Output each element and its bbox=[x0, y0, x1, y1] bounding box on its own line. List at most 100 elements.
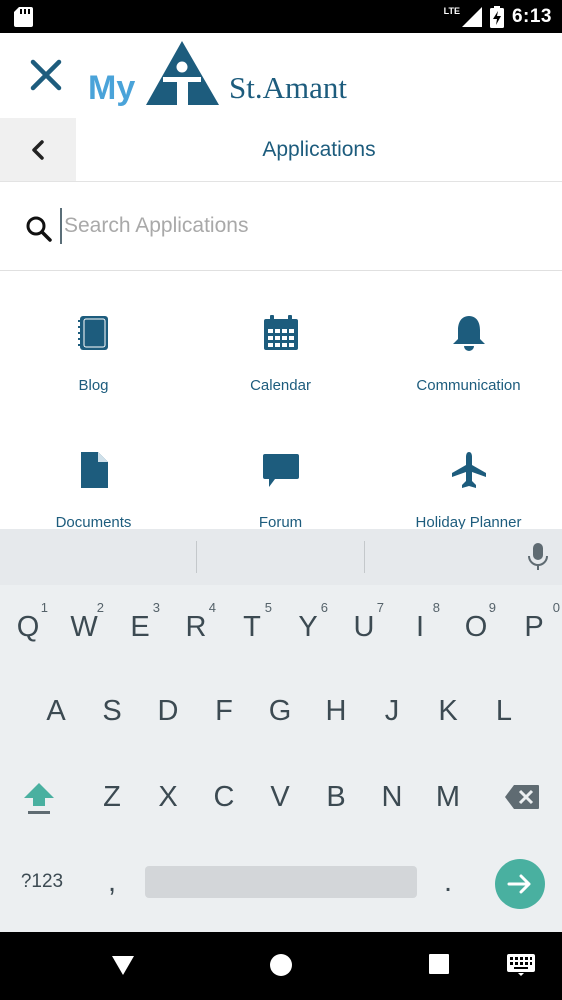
key-label: G bbox=[268, 694, 292, 727]
shift-arrow-icon bbox=[24, 783, 54, 814]
key-label: N bbox=[381, 780, 403, 813]
key-f[interactable]: F bbox=[196, 681, 252, 741]
applications-grid: Blog Calendar Communication Documents Fo… bbox=[0, 271, 562, 529]
key-label: A bbox=[46, 694, 66, 727]
key-label: H bbox=[325, 694, 347, 727]
microphone-icon[interactable] bbox=[528, 543, 548, 571]
space-bar[interactable] bbox=[145, 866, 417, 898]
key-v[interactable]: V bbox=[252, 767, 308, 827]
suggestion-divider bbox=[196, 541, 197, 573]
key-label: B bbox=[326, 780, 346, 813]
soft-keyboard: Q1 W2 E3 R4 T5 Y6 U7 I8 O9 P0 A S D F G … bbox=[0, 529, 562, 932]
key-label: O bbox=[464, 610, 488, 643]
key-y[interactable]: Y6 bbox=[280, 597, 336, 657]
clock: 6:13 bbox=[511, 5, 552, 27]
comma-key[interactable]: , bbox=[84, 852, 140, 912]
app-tile-blog[interactable]: Blog bbox=[0, 271, 187, 408]
key-hint: 5 bbox=[264, 600, 272, 615]
close-icon[interactable] bbox=[26, 55, 66, 95]
bell-icon bbox=[452, 316, 485, 351]
back-triangle-icon[interactable] bbox=[111, 954, 135, 976]
key-label: W bbox=[70, 610, 98, 643]
key-label: I bbox=[415, 610, 425, 643]
calendar-icon bbox=[263, 315, 298, 350]
app-tile-calendar[interactable]: Calendar bbox=[187, 271, 374, 408]
key-s[interactable]: S bbox=[84, 681, 140, 741]
key-label: P bbox=[524, 610, 544, 643]
key-j[interactable]: J bbox=[364, 681, 420, 741]
key-x[interactable]: X bbox=[140, 767, 196, 827]
key-label: E bbox=[130, 610, 150, 643]
key-label: V bbox=[270, 780, 290, 813]
key-label: U bbox=[353, 610, 375, 643]
key-w[interactable]: W2 bbox=[56, 597, 112, 657]
app-label: Holiday Planner bbox=[415, 514, 522, 529]
sd-card-icon bbox=[14, 7, 33, 27]
key-n[interactable]: N bbox=[364, 767, 420, 827]
airplane-icon bbox=[451, 452, 486, 488]
key-i[interactable]: I8 bbox=[392, 597, 448, 657]
key-t[interactable]: T5 bbox=[224, 597, 280, 657]
key-hint: 1 bbox=[40, 600, 48, 615]
home-circle-icon[interactable] bbox=[269, 953, 293, 977]
go-button[interactable] bbox=[495, 859, 545, 909]
symbols-key[interactable]: ?123 bbox=[14, 852, 70, 912]
key-hint: 2 bbox=[96, 600, 104, 615]
app-label: Calendar bbox=[250, 377, 311, 394]
search-bar bbox=[0, 182, 562, 271]
key-label: X bbox=[158, 780, 178, 813]
key-z[interactable]: Z bbox=[84, 767, 140, 827]
status-bar: LTE 6:13 bbox=[0, 0, 562, 33]
shift-key[interactable] bbox=[11, 767, 67, 827]
key-a[interactable]: A bbox=[28, 681, 84, 741]
search-input[interactable] bbox=[60, 208, 524, 244]
backspace-key[interactable] bbox=[494, 767, 550, 827]
key-h[interactable]: H bbox=[308, 681, 364, 741]
system-nav-bar bbox=[0, 932, 562, 1000]
key-m[interactable]: M bbox=[420, 767, 476, 827]
key-label: Z bbox=[103, 780, 121, 813]
key-l[interactable]: L bbox=[476, 681, 532, 741]
key-hint: 9 bbox=[488, 600, 496, 615]
network-type: LTE bbox=[443, 5, 460, 16]
app-label: Documents bbox=[55, 514, 132, 529]
key-o[interactable]: O9 bbox=[448, 597, 504, 657]
search-icon bbox=[26, 216, 52, 242]
app-tile-holiday-planner[interactable]: Holiday Planner bbox=[375, 408, 562, 529]
key-p[interactable]: P0 bbox=[506, 597, 562, 657]
key-r[interactable]: R4 bbox=[168, 597, 224, 657]
app-header: My St.Amant bbox=[0, 33, 562, 119]
signal-icon bbox=[461, 6, 482, 27]
app-tile-communication[interactable]: Communication bbox=[375, 271, 562, 408]
key-hint: 4 bbox=[208, 600, 216, 615]
back-button[interactable] bbox=[0, 118, 76, 181]
app-tile-forum[interactable]: Forum bbox=[187, 408, 374, 529]
key-hint: 6 bbox=[320, 600, 328, 615]
key-label: Q bbox=[16, 610, 40, 643]
key-d[interactable]: D bbox=[140, 681, 196, 741]
key-hint: 7 bbox=[376, 600, 384, 615]
keyboard-switcher-icon[interactable] bbox=[507, 954, 535, 976]
key-label: Y bbox=[298, 610, 318, 643]
document-icon bbox=[80, 452, 108, 488]
period-key[interactable]: . bbox=[420, 852, 476, 912]
key-u[interactable]: U7 bbox=[336, 597, 392, 657]
logo-text-st-amant: St.Amant bbox=[229, 70, 347, 105]
key-q[interactable]: Q1 bbox=[0, 597, 56, 657]
recents-square-icon[interactable] bbox=[428, 953, 450, 975]
key-e[interactable]: E3 bbox=[112, 597, 168, 657]
key-b[interactable]: B bbox=[308, 767, 364, 827]
app-tile-documents[interactable]: Documents bbox=[0, 408, 187, 529]
key-label: R bbox=[185, 610, 207, 643]
battery-charging-icon bbox=[489, 5, 504, 28]
key-hint: 3 bbox=[152, 600, 160, 615]
key-c[interactable]: C bbox=[196, 767, 252, 827]
chat-bubble-icon bbox=[262, 454, 299, 487]
suggestion-divider bbox=[364, 541, 365, 573]
key-g[interactable]: G bbox=[252, 681, 308, 741]
key-label: C bbox=[213, 780, 235, 813]
key-k[interactable]: K bbox=[420, 681, 476, 741]
key-label: D bbox=[157, 694, 179, 727]
key-label: M bbox=[435, 780, 461, 813]
key-hint: 0 bbox=[552, 600, 560, 615]
